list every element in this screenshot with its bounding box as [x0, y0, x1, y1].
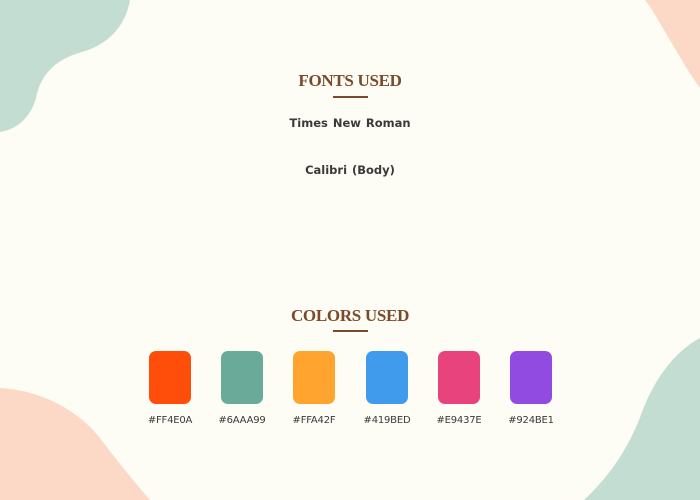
color-swatch: [221, 351, 263, 404]
color-swatch: [510, 351, 552, 404]
font-name-primary: Times New Roman: [289, 116, 411, 130]
slide: FONTS USED Times New Roman Calibri (Body…: [0, 0, 700, 500]
colors-heading-underline: [333, 330, 368, 332]
color-swatch: [366, 351, 408, 404]
fonts-heading-underline: [333, 96, 368, 98]
fonts-used-heading: FONTS USED: [298, 71, 402, 90]
font-name-secondary: Calibri (Body): [305, 163, 395, 177]
color-swatch: [293, 351, 335, 404]
bottom-left-peach-blob: [0, 388, 150, 500]
color-swatch-label: #924BE1: [508, 415, 554, 426]
colors-used-heading: COLORS USED: [290, 306, 410, 325]
top-left-green-blob: [0, 0, 130, 132]
bottom-right-green-blob: [584, 338, 700, 500]
color-swatch: [438, 351, 480, 404]
color-swatch: [149, 351, 191, 404]
